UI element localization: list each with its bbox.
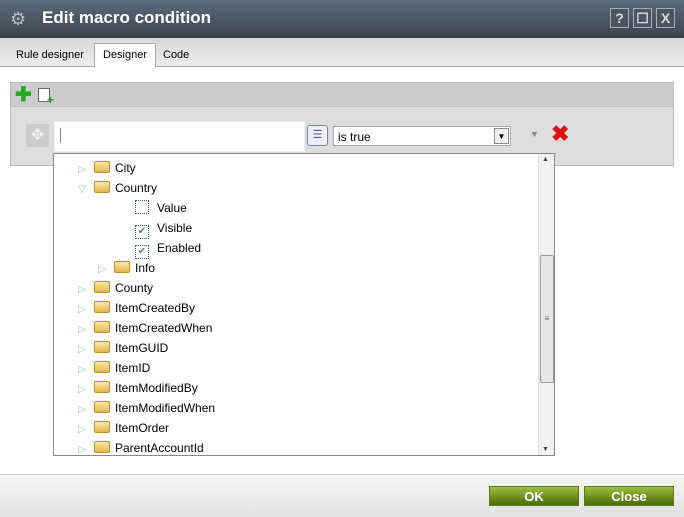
tree-item[interactable]: ▷ ItemCreatedBy bbox=[78, 298, 195, 318]
operator-select[interactable]: is true ▼ bbox=[333, 126, 511, 146]
tree-picker-button[interactable]: ☰ bbox=[307, 125, 328, 146]
folder-icon bbox=[94, 321, 110, 333]
scroll-down-icon[interactable]: ▼ bbox=[542, 446, 549, 453]
tree-item-label: ItemOrder bbox=[115, 421, 170, 435]
scrollbar[interactable]: ▲ ≡ ▼ bbox=[538, 154, 554, 455]
folder-icon bbox=[94, 301, 110, 313]
expand-arrow-icon[interactable]: ▷ bbox=[78, 160, 94, 180]
expand-arrow-icon[interactable]: ▷ bbox=[78, 380, 94, 400]
tree-item-label: Enabled bbox=[157, 241, 202, 255]
folder-icon bbox=[94, 441, 110, 453]
tree-item-label: ParentAccountId bbox=[115, 441, 204, 455]
add-condition-icon[interactable]: ✚ bbox=[15, 85, 32, 105]
expand-arrow-icon[interactable]: ▷ bbox=[78, 400, 94, 420]
text-caret bbox=[60, 128, 61, 143]
expand-arrow-icon[interactable]: ▷ bbox=[78, 320, 94, 340]
folder-icon bbox=[114, 261, 130, 273]
tree-item-label: ItemGUID bbox=[115, 341, 169, 355]
tab-code[interactable]: Code bbox=[155, 44, 197, 67]
drag-handle-icon[interactable]: ✥ bbox=[26, 124, 49, 147]
maximize-button[interactable]: ☐ bbox=[633, 8, 652, 28]
add-rule-icon[interactable] bbox=[38, 88, 54, 107]
tree-item-label: Info bbox=[135, 261, 156, 275]
folder-icon bbox=[94, 421, 110, 433]
tree-item-label: ItemModifiedWhen bbox=[115, 401, 216, 415]
expand-arrow-icon[interactable]: ▷ bbox=[78, 340, 94, 360]
operator-value: is true bbox=[338, 130, 371, 144]
expand-arrow-icon[interactable]: ▷ bbox=[78, 280, 94, 300]
tree-item-label: Value bbox=[157, 201, 187, 215]
checkbox[interactable] bbox=[135, 200, 149, 214]
help-button[interactable]: ? bbox=[610, 8, 629, 28]
scroll-up-icon[interactable]: ▲ bbox=[542, 156, 549, 163]
tree-item-label: Visible bbox=[157, 221, 193, 235]
tree-item[interactable]: Value bbox=[135, 198, 187, 218]
gears-icon: ⚙ bbox=[10, 9, 27, 29]
scrollbar-thumb[interactable]: ≡ bbox=[540, 255, 554, 383]
folder-icon bbox=[94, 361, 110, 373]
expand-arrow-icon[interactable]: ▷ bbox=[98, 260, 114, 280]
move-down-icon[interactable]: ▼ bbox=[530, 129, 539, 139]
tree-item-label: ItemCreatedWhen bbox=[115, 321, 213, 335]
delete-icon[interactable]: ✖ bbox=[551, 121, 569, 147]
tree-item[interactable]: ✔ Enabled bbox=[135, 238, 202, 259]
expand-arrow-icon[interactable]: ▷ bbox=[78, 360, 94, 380]
tree-item[interactable]: ▷ ItemID bbox=[78, 358, 150, 378]
tree-item[interactable]: ▷ ItemGUID bbox=[78, 338, 168, 358]
tab-designer[interactable]: Designer bbox=[94, 43, 157, 68]
tree-item[interactable]: ▷ ItemOrder bbox=[78, 418, 169, 438]
tree-item[interactable]: ▽ Country bbox=[78, 178, 157, 198]
tree-item[interactable]: ✔ Visible bbox=[135, 218, 193, 239]
checkbox[interactable]: ✔ bbox=[135, 225, 149, 239]
tree-item-label: County bbox=[115, 281, 154, 295]
condition-input[interactable] bbox=[54, 121, 305, 152]
tree-item-label: City bbox=[115, 161, 136, 175]
tree-item[interactable]: ▷ City bbox=[78, 158, 136, 178]
folder-icon bbox=[94, 381, 110, 393]
tree-item[interactable]: ▷ Info bbox=[98, 258, 155, 278]
collapse-arrow-icon[interactable]: ▽ bbox=[78, 180, 94, 200]
tree-item[interactable]: ▷ ItemModifiedWhen bbox=[78, 398, 215, 418]
folder-icon bbox=[94, 161, 110, 173]
tree-item[interactable]: ▷ County bbox=[78, 278, 153, 298]
checkbox[interactable]: ✔ bbox=[135, 245, 149, 259]
expand-arrow-icon[interactable]: ▷ bbox=[78, 300, 94, 320]
tab-rule-designer[interactable]: Rule designer bbox=[8, 44, 92, 67]
chevron-down-icon[interactable]: ▼ bbox=[494, 128, 509, 144]
tab-bar: Rule designer Designer Code bbox=[0, 38, 684, 68]
expand-arrow-icon[interactable]: ▷ bbox=[78, 440, 94, 455]
panel-toolbar: ✚ bbox=[11, 83, 673, 107]
close-button[interactable]: Close bbox=[584, 486, 674, 506]
tree-item[interactable]: ▷ ItemModifiedBy bbox=[78, 378, 198, 398]
tree-item-label: ItemModifiedBy bbox=[115, 381, 198, 395]
folder-icon bbox=[94, 281, 110, 293]
expand-arrow-icon[interactable]: ▷ bbox=[78, 420, 94, 440]
folder-icon bbox=[94, 401, 110, 413]
dialog-title: Edit macro condition bbox=[42, 8, 212, 27]
tree-item-label: Country bbox=[115, 181, 158, 195]
tree-item[interactable]: ▷ ItemCreatedWhen bbox=[78, 318, 212, 338]
tree-item[interactable]: ▷ ParentAccountId bbox=[78, 438, 204, 455]
folder-icon bbox=[94, 341, 110, 353]
property-tree-dropdown: ▲ ≡ ▼ ▷ City ▽ Country Value ✔ Visible ✔ Enabled… bbox=[53, 153, 555, 456]
tree-item-label: ItemID bbox=[115, 361, 151, 375]
dialog-footer: OK Close bbox=[0, 474, 684, 517]
folder-icon bbox=[94, 181, 110, 193]
ok-button[interactable]: OK bbox=[489, 486, 579, 506]
title-bar[interactable]: ⚙ Edit macro condition ? ☐ X bbox=[0, 0, 684, 38]
close-window-button[interactable]: X bbox=[656, 8, 675, 28]
tree-item-label: ItemCreatedBy bbox=[115, 301, 196, 315]
